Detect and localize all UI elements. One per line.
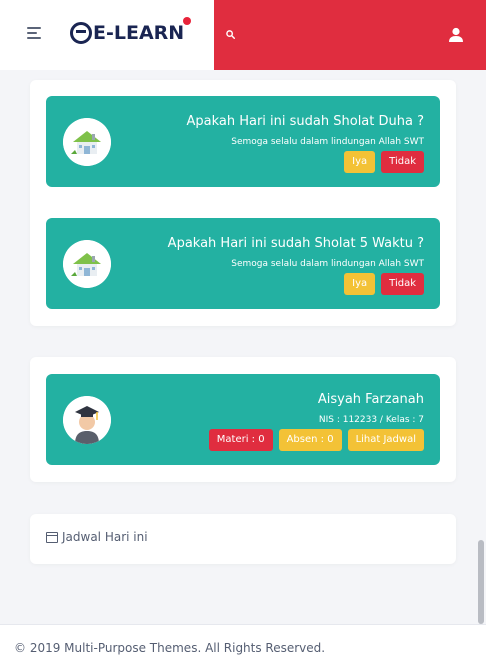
student-avatar xyxy=(63,396,111,444)
logo-dot xyxy=(183,17,192,25)
prayer-card-duha: Apakah Hari ini sudah Sholat Duha ? Semo… xyxy=(46,96,440,187)
logo-mark xyxy=(70,22,92,44)
logo-area: E-LEARN xyxy=(0,0,214,70)
prayer-question: Apakah Hari ini sudah Sholat 5 Waktu ? xyxy=(167,236,424,251)
calendar-icon xyxy=(46,531,58,543)
schedule-panel: Jadwal Hari ini xyxy=(30,514,456,564)
yes-button[interactable]: Iya xyxy=(344,151,376,173)
copyright-text: © 2019 Multi-Purpose Themes. All Rights … xyxy=(14,641,326,655)
prayer-subtitle: Semoga selalu dalam lindungan Allah SWT xyxy=(231,137,424,147)
student-info: NIS : 112233 / Kelas : 7 xyxy=(318,415,424,425)
top-navbar: E-LEARN xyxy=(0,0,486,70)
prayer-subtitle: Semoga selalu dalam lindungan Allah SWT xyxy=(231,259,424,269)
mosque-avatar xyxy=(63,240,111,288)
student-name: Aisyah Farzanah xyxy=(317,392,424,407)
logo-text: E-LEARN xyxy=(93,22,185,44)
student-actions: Materi : 0 Absen : 0 Lihat Jadwal xyxy=(208,429,424,451)
menu-icon[interactable] xyxy=(27,27,43,41)
absen-button[interactable]: Absen : 0 xyxy=(278,429,342,451)
student-panel: Aisyah Farzanah NIS : 112233 / Kelas : 7… xyxy=(30,357,456,482)
materi-button[interactable]: Materi : 0 xyxy=(208,429,273,451)
schedule-header: Jadwal Hari ini xyxy=(46,530,148,544)
prayer-panel: Apakah Hari ini sudah Sholat Duha ? Semo… xyxy=(30,80,456,326)
search-bar-area xyxy=(214,0,486,70)
student-card: Aisyah Farzanah NIS : 112233 / Kelas : 7… xyxy=(46,374,440,465)
prayer-actions: Iya Tidak xyxy=(344,273,424,295)
prayer-question: Apakah Hari ini sudah Sholat Duha ? xyxy=(186,114,424,129)
prayer-actions: Iya Tidak xyxy=(344,151,424,173)
yes-button[interactable]: Iya xyxy=(344,273,376,295)
no-button[interactable]: Tidak xyxy=(381,151,424,173)
prayer-card-5-waktu: Apakah Hari ini sudah Sholat 5 Waktu ? S… xyxy=(46,218,440,309)
no-button[interactable]: Tidak xyxy=(381,273,424,295)
mosque-avatar xyxy=(63,118,111,166)
scrollbar[interactable] xyxy=(478,540,484,624)
schedule-title: Jadwal Hari ini xyxy=(62,530,148,544)
app-logo[interactable]: E-LEARN xyxy=(70,17,192,47)
user-icon[interactable] xyxy=(447,27,465,43)
footer: © 2019 Multi-Purpose Themes. All Rights … xyxy=(0,624,486,672)
view-schedule-button[interactable]: Lihat Jadwal xyxy=(347,429,424,451)
search-icon[interactable] xyxy=(226,30,235,39)
